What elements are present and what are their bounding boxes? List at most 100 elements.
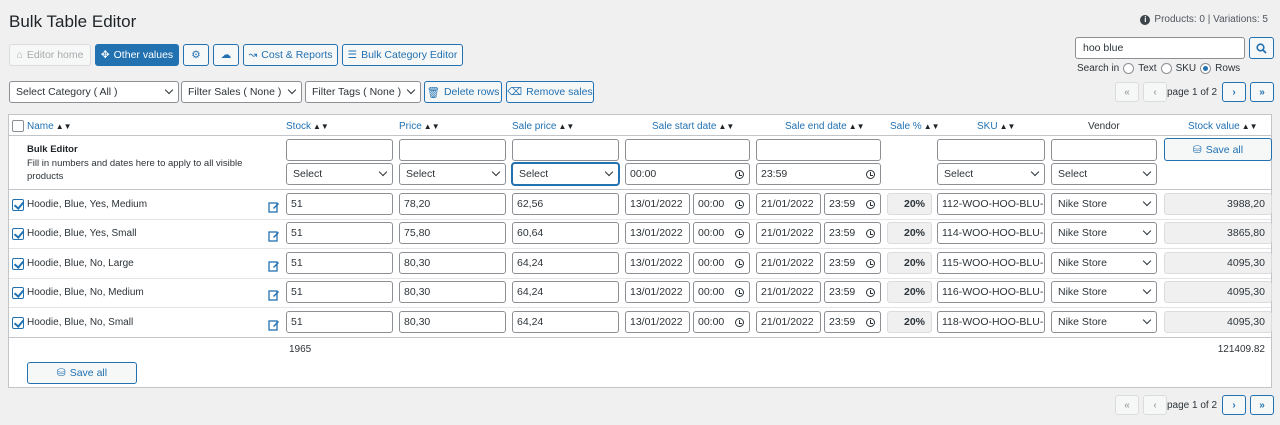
column-header-sale-start[interactable]: Sale start date ▲▼ — [652, 121, 734, 132]
bulk-end-date-input[interactable] — [756, 139, 881, 161]
sales-filter-select[interactable]: Filter Sales ( None ) — [181, 81, 302, 103]
stock-input[interactable]: 51 — [286, 252, 393, 274]
sale-end-time-input[interactable]: 23:59 — [824, 193, 881, 215]
column-header-stock[interactable]: Stock ▲▼ — [286, 121, 329, 132]
bulk-start-date-input[interactable] — [625, 139, 750, 161]
first-page-button-bottom[interactable]: « — [1115, 395, 1139, 415]
bulk-vendor-input[interactable] — [1051, 139, 1157, 161]
sale-price-input[interactable]: 62,56 — [512, 193, 619, 215]
sale-price-input[interactable]: 60,64 — [512, 222, 619, 244]
vendor-select[interactable]: Nike Store — [1051, 222, 1157, 244]
stock-input[interactable]: 51 — [286, 281, 393, 303]
sale-start-date-input[interactable]: 13/01/2022 — [625, 281, 690, 303]
column-header-sku[interactable]: SKU ▲▼ — [977, 121, 1015, 132]
sale-end-date-input[interactable]: 21/01/2022 — [756, 222, 821, 244]
sku-input[interactable]: 118-WOO-HOO-BLU-NO — [937, 311, 1045, 333]
price-input[interactable]: 78,20 — [399, 193, 506, 215]
sale-start-time-input[interactable]: 00:00 — [693, 222, 750, 244]
stock-input[interactable]: 51 — [286, 193, 393, 215]
edit-icon[interactable] — [268, 319, 280, 331]
row-checkbox[interactable] — [12, 199, 24, 211]
sale-start-time-input[interactable]: 00:00 — [693, 281, 750, 303]
sale-start-time-input[interactable]: 00:00 — [693, 252, 750, 274]
prev-page-button[interactable]: ‹ — [1143, 82, 1167, 102]
search-input[interactable]: hoo blue — [1075, 37, 1245, 59]
settings-button[interactable]: ⚙ — [183, 44, 209, 66]
search-button[interactable] — [1249, 37, 1274, 59]
bulk-sku-input[interactable] — [937, 139, 1045, 161]
column-header-stock-value[interactable]: Stock value ▲▼ — [1188, 121, 1258, 132]
edit-icon[interactable] — [268, 230, 280, 242]
radio-rows[interactable] — [1200, 63, 1212, 74]
bulk-vendor-select[interactable]: Select — [1051, 163, 1157, 185]
first-page-button[interactable]: « — [1115, 82, 1139, 102]
vendor-select[interactable]: Nike Store — [1051, 193, 1157, 215]
bulk-sale-price-select[interactable]: Select — [512, 163, 619, 185]
cloud-upload-button[interactable]: ☁ — [213, 44, 239, 66]
sale-start-date-input[interactable]: 13/01/2022 — [625, 252, 690, 274]
remove-sales-button[interactable]: ⌫ Remove sales — [506, 81, 594, 103]
sale-end-date-input[interactable]: 21/01/2022 — [756, 311, 821, 333]
radio-sku[interactable] — [1160, 63, 1172, 74]
stock-input[interactable]: 51 — [286, 311, 393, 333]
sale-end-time-input[interactable]: 23:59 — [824, 252, 881, 274]
price-input[interactable]: 80,30 — [399, 281, 506, 303]
next-page-button-bottom[interactable]: › — [1222, 395, 1246, 415]
vendor-select[interactable]: Nike Store — [1051, 252, 1157, 274]
bulk-start-time-input[interactable]: 00:00 — [625, 163, 750, 185]
bulk-end-time-input[interactable]: 23:59 — [756, 163, 881, 185]
price-input[interactable]: 80,30 — [399, 252, 506, 274]
sku-input[interactable]: 115-WOO-HOO-BLU-NO — [937, 252, 1045, 274]
save-all-button[interactable]: ⛁ Save all — [1164, 138, 1272, 161]
sku-input[interactable]: 112-WOO-HOO-BLU-YE — [937, 193, 1045, 215]
sale-end-date-input[interactable]: 21/01/2022 — [756, 193, 821, 215]
sale-start-date-input[interactable]: 13/01/2022 — [625, 311, 690, 333]
tags-filter-select[interactable]: Filter Tags ( None ) — [305, 81, 421, 103]
sale-start-date-input[interactable]: 13/01/2022 — [625, 222, 690, 244]
vendor-select[interactable]: Nike Store — [1051, 281, 1157, 303]
row-checkbox[interactable] — [12, 287, 24, 299]
bulk-category-editor-button[interactable]: ☰ Bulk Category Editor — [342, 44, 463, 66]
column-header-sale-end[interactable]: Sale end date ▲▼ — [785, 121, 865, 132]
bulk-sale-price-input[interactable] — [512, 139, 619, 161]
sale-start-time-input[interactable]: 00:00 — [693, 193, 750, 215]
next-page-button[interactable]: › — [1222, 82, 1246, 102]
category-select[interactable]: Select Category ( All ) — [9, 81, 179, 103]
editor-home-button[interactable]: ⌂ Editor home — [9, 44, 91, 66]
sale-price-input[interactable]: 64,24 — [512, 311, 619, 333]
edit-icon[interactable] — [268, 260, 280, 272]
column-header-sale-price[interactable]: Sale price ▲▼ — [512, 121, 574, 132]
sku-input[interactable]: 114-WOO-HOO-BLU-YE — [937, 222, 1045, 244]
price-input[interactable]: 75,80 — [399, 222, 506, 244]
row-checkbox[interactable] — [12, 317, 24, 329]
price-input[interactable]: 80,30 — [399, 311, 506, 333]
other-values-button[interactable]: ✥ Other values — [95, 44, 179, 66]
bulk-price-select[interactable]: Select — [399, 163, 506, 185]
sale-end-date-input[interactable]: 21/01/2022 — [756, 252, 821, 274]
bulk-price-input[interactable] — [399, 139, 506, 161]
prev-page-button-bottom[interactable]: ‹ — [1143, 395, 1167, 415]
last-page-button-bottom[interactable]: » — [1250, 395, 1274, 415]
sale-start-time-input[interactable]: 00:00 — [693, 311, 750, 333]
row-checkbox[interactable] — [12, 228, 24, 240]
select-all-checkbox[interactable] — [12, 120, 24, 132]
sku-input[interactable]: 116-WOO-HOO-BLU-NO — [937, 281, 1045, 303]
sale-price-input[interactable]: 64,24 — [512, 281, 619, 303]
sale-price-input[interactable]: 64,24 — [512, 252, 619, 274]
column-header-sale-pct[interactable]: Sale % ▲▼ — [890, 121, 940, 132]
bulk-stock-input[interactable] — [286, 139, 393, 161]
save-all-bottom-button[interactable]: ⛁ Save all — [27, 362, 137, 384]
last-page-button[interactable]: » — [1250, 82, 1274, 102]
row-checkbox[interactable] — [12, 258, 24, 270]
column-header-name[interactable]: Name ▲▼ — [27, 121, 72, 132]
sale-end-time-input[interactable]: 23:59 — [824, 281, 881, 303]
edit-icon[interactable] — [268, 201, 280, 213]
radio-text[interactable] — [1123, 63, 1135, 74]
sale-end-date-input[interactable]: 21/01/2022 — [756, 281, 821, 303]
delete-rows-button[interactable]: 🗑 Delete rows — [424, 81, 502, 103]
cost-reports-button[interactable]: ↝ Cost & Reports — [243, 44, 338, 66]
stock-input[interactable]: 51 — [286, 222, 393, 244]
bulk-sku-select[interactable]: Select — [937, 163, 1045, 185]
vendor-select[interactable]: Nike Store — [1051, 311, 1157, 333]
bulk-stock-select[interactable]: Select — [286, 163, 393, 185]
